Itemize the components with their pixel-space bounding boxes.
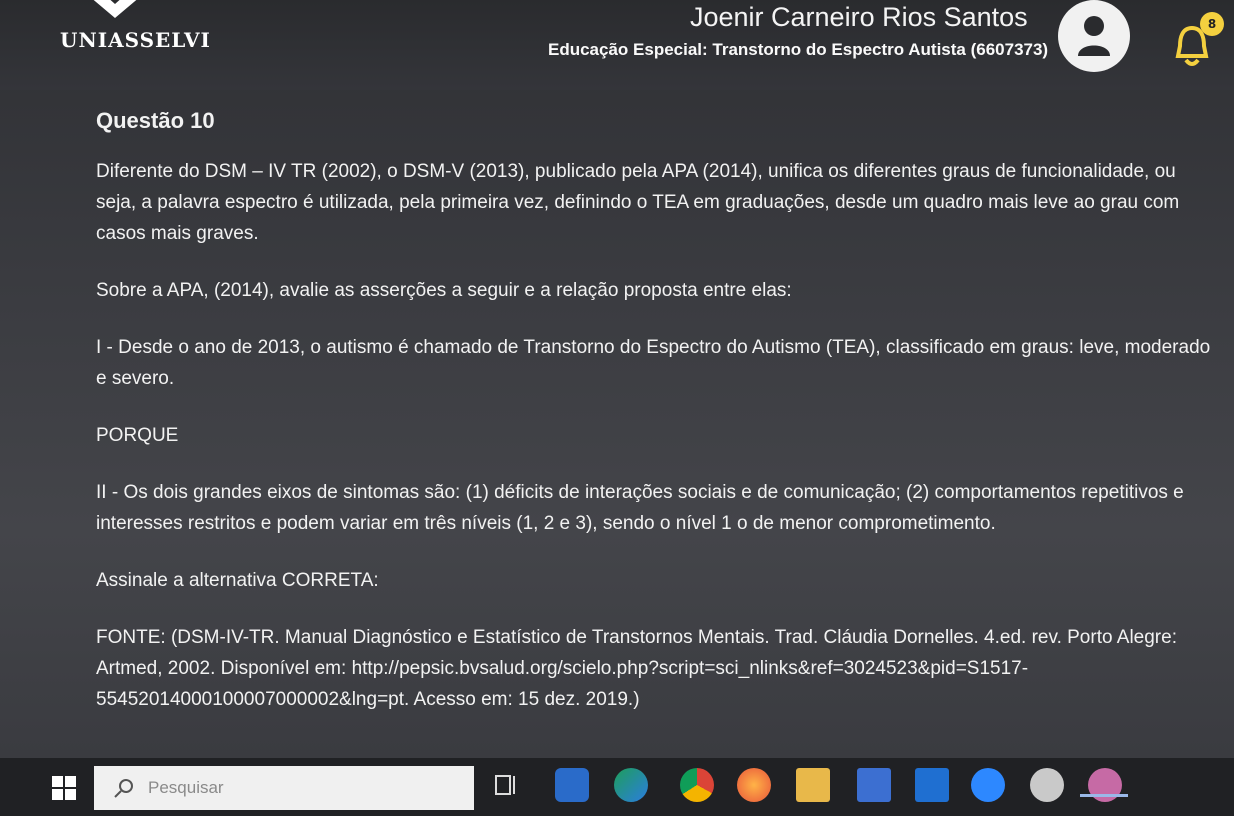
user-name: Joenir Carneiro Rios Santos [690, 2, 1028, 32]
question-prompt: Sobre a APA, (2014), avalie as asserções… [96, 280, 792, 301]
app-icon[interactable] [555, 768, 589, 802]
edge-icon[interactable] [614, 768, 648, 802]
logo-icon [93, 0, 137, 18]
chrome-icon[interactable] [680, 768, 714, 802]
question-intro: Diferente do DSM – IV TR (2002), o DSM-V… [96, 161, 1180, 244]
windows-icon[interactable] [52, 776, 76, 800]
instruction: Assinale a alternativa CORRETA: [96, 570, 379, 591]
taskbar: Pesquisar [0, 758, 1234, 816]
avatar[interactable] [1058, 0, 1130, 72]
search-placeholder: Pesquisar [148, 778, 224, 797]
connector: PORQUE [96, 425, 179, 446]
store-icon[interactable] [857, 768, 891, 802]
firefox-icon[interactable] [737, 768, 771, 802]
browser-page: UNIASSELVI Joenir Carneiro Rios Santos E… [0, 0, 1234, 758]
assertion-1: I - Desde o ano de 2013, o autismo é cha… [96, 337, 1211, 389]
facebook-icon[interactable] [971, 768, 1005, 802]
search-icon [114, 779, 133, 798]
site-header: UNIASSELVI Joenir Carneiro Rios Santos E… [0, 0, 1234, 90]
search-input[interactable]: Pesquisar [94, 766, 474, 810]
notification-badge: 8 [1200, 12, 1224, 36]
question-title: Questão 10 [96, 108, 215, 133]
assertion-2: II - Os dois grandes eixos de sintomas s… [96, 482, 1184, 534]
app-circle-icon[interactable] [1030, 768, 1064, 802]
folder-icon[interactable] [796, 768, 830, 802]
active-indicator [1080, 794, 1128, 797]
task-view-icon[interactable] [490, 768, 524, 802]
user-icon [1078, 16, 1110, 56]
question-content: Questão 10 Diferente do DSM – IV TR (200… [96, 108, 1216, 741]
source-citation: FONTE: (DSM-IV-TR. Manual Diagnóstico e … [96, 627, 1177, 710]
logo-text[interactable]: UNIASSELVI [60, 28, 211, 52]
outlook-icon[interactable] [915, 768, 949, 802]
course-title: Educação Especial: Transtorno do Espectr… [548, 40, 1049, 59]
